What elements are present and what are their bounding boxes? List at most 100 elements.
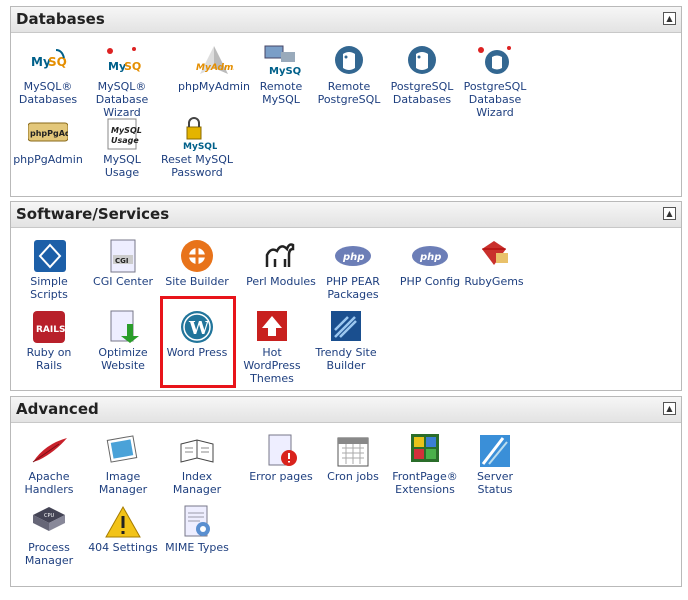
item-label: Optimize Website <box>98 346 148 372</box>
php-icon: php <box>412 246 448 266</box>
mime-types-item[interactable]: MIME Types <box>161 505 233 554</box>
item-label: PostgreSQL Database Wizard <box>463 80 527 119</box>
error-pages-item[interactable]: Error pages <box>245 434 317 483</box>
cgi-center-item[interactable]: CGI CGI Center <box>87 239 159 288</box>
php-icon: php <box>335 246 371 266</box>
svg-text:MySQL: MySQL <box>111 126 142 135</box>
postgresql-database-wizard-item[interactable]: PostgreSQL Database Wizard <box>459 44 531 119</box>
simple-scripts-item[interactable]: Simple Scripts <box>13 239 85 301</box>
svg-text:php: php <box>342 252 364 263</box>
server-status-item[interactable]: Server Status <box>459 434 531 496</box>
cron-jobs-item[interactable]: Cron jobs <box>317 434 389 483</box>
item-label: MIME Types <box>165 541 229 554</box>
software-services-header: Software/Services ▲ <box>11 202 681 228</box>
remote-mysql-icon: MySQL <box>264 45 301 77</box>
site-builder-item[interactable]: Site Builder <box>161 239 233 288</box>
rubygems-item[interactable]: RubyGems <box>458 239 530 288</box>
wordpress-highlight-box <box>160 296 236 388</box>
item-label: Simple Scripts <box>30 275 68 301</box>
hot-themes-icon <box>257 311 287 341</box>
error-page-icon <box>268 434 297 466</box>
optimize-website-item[interactable]: Optimize Website <box>87 310 159 372</box>
item-label: Image Manager <box>98 470 148 496</box>
trendy-builder-icon <box>331 311 361 341</box>
postgresql-wizard-icon <box>478 46 511 74</box>
item-label: PHP PEAR Packages <box>326 275 380 301</box>
apache-feather-icon <box>32 438 67 463</box>
item-label: FrontPage® Extensions <box>392 470 458 496</box>
software-services-panel: Software/Services ▲ Simple Scripts CGI C… <box>10 201 682 391</box>
mysql-database-wizard-item[interactable]: MySQL MySQL® Database Wizard <box>86 44 158 119</box>
item-label: RubyGems <box>464 275 524 288</box>
postgresql-elephant-icon <box>335 46 363 74</box>
apache-handlers-item[interactable]: Apache Handlers <box>13 434 85 496</box>
databases-title: Databases <box>16 10 105 28</box>
collapse-databases-button[interactable]: ▲ <box>663 12 676 25</box>
remote-mysql-item[interactable]: MySQL Remote MySQL <box>245 44 317 106</box>
perl-camel-icon <box>265 243 295 267</box>
advanced-header: Advanced ▲ <box>11 397 681 423</box>
collapse-software-button[interactable]: ▲ <box>663 207 676 220</box>
item-label: Apache Handlers <box>24 470 74 496</box>
item-label: 404 Settings <box>88 541 158 554</box>
image-manager-item[interactable]: Image Manager <box>87 434 159 496</box>
hot-wordpress-themes-item[interactable]: Hot WordPress Themes <box>236 310 308 385</box>
404-settings-item[interactable]: 404 Settings <box>87 505 159 554</box>
item-label: Remote MySQL <box>259 80 303 106</box>
svg-text:MySQL: MySQL <box>269 66 301 77</box>
collapse-advanced-button[interactable]: ▲ <box>663 402 676 415</box>
remote-postgresql-item[interactable]: Remote PostgreSQL <box>312 44 386 106</box>
svg-text:CGI: CGI <box>115 257 129 265</box>
svg-text:CPU: CPU <box>44 513 55 519</box>
postgresql-databases-item[interactable]: PostgreSQL Databases <box>385 44 459 106</box>
mysql-icon: MySQL <box>31 49 68 69</box>
svg-text:php: php <box>419 252 441 263</box>
process-manager-item[interactable]: CPU Process Manager <box>13 505 85 567</box>
ruby-on-rails-item[interactable]: RAILS Ruby on Rails <box>13 310 85 372</box>
item-label: Server Status <box>476 470 514 496</box>
php-pear-packages-item[interactable]: php PHP PEAR Packages <box>317 239 389 301</box>
mysql-usage-item[interactable]: MySQL Usage MySQL Usage <box>86 117 158 179</box>
reset-mysql-password-item[interactable]: MySQL Reset MySQL Password <box>161 117 233 179</box>
svg-text:MySQL: MySQL <box>183 142 217 151</box>
php-config-item[interactable]: php PHP Config <box>394 239 466 288</box>
cpu-chip-icon: CPU <box>33 507 65 531</box>
phppgadmin-item[interactable]: phpPgAdmin phpPgAdmin <box>12 117 84 166</box>
trendy-site-builder-item[interactable]: Trendy Site Builder <box>310 310 382 372</box>
databases-panel: Databases ▲ MySQL MySQL® Databases MySQL… <box>10 6 682 197</box>
ruby-gem-icon <box>482 241 508 265</box>
svg-text:RAILS: RAILS <box>36 325 65 335</box>
index-manager-item[interactable]: Index Manager <box>161 434 233 496</box>
simple-scripts-icon <box>34 240 66 272</box>
svg-text:SQL: SQL <box>48 55 68 69</box>
databases-header: Databases ▲ <box>11 7 681 33</box>
item-label: Remote PostgreSQL <box>317 80 381 106</box>
item-label: MySQL® Databases <box>18 80 78 106</box>
item-label: MySQL® Database Wizard <box>95 80 149 119</box>
calendar-icon <box>337 437 369 467</box>
mysql-databases-item[interactable]: MySQL MySQL® Databases <box>12 44 84 106</box>
index-book-icon <box>180 439 214 463</box>
software-services-title: Software/Services <box>16 205 170 223</box>
postgresql-elephant-icon <box>408 46 436 74</box>
item-label: PostgreSQL Databases <box>390 80 454 106</box>
optimize-icon <box>110 310 139 343</box>
item-label: Perl Modules <box>246 275 316 288</box>
item-label: Error pages <box>249 470 313 483</box>
perl-modules-item[interactable]: Perl Modules <box>245 239 317 288</box>
svg-text:SQL: SQL <box>124 60 142 73</box>
svg-text:Usage: Usage <box>111 136 139 145</box>
server-status-icon <box>480 435 510 467</box>
item-label: Hot WordPress Themes <box>243 346 301 385</box>
mime-document-icon <box>184 505 210 537</box>
image-manager-icon <box>106 435 138 463</box>
item-label: CGI Center <box>93 275 153 288</box>
frontpage-extensions-item[interactable]: FrontPage® Extensions <box>384 434 466 496</box>
item-label: Cron jobs <box>327 470 379 483</box>
item-label: Ruby on Rails <box>26 346 72 372</box>
item-label: Index Manager <box>172 470 222 496</box>
phppgadmin-icon: phpPgAdmin <box>28 122 68 142</box>
cgi-document-icon: CGI <box>110 239 136 273</box>
phpmyadmin-icon: MyAdmin <box>196 46 234 74</box>
rails-icon: RAILS <box>33 311 65 343</box>
